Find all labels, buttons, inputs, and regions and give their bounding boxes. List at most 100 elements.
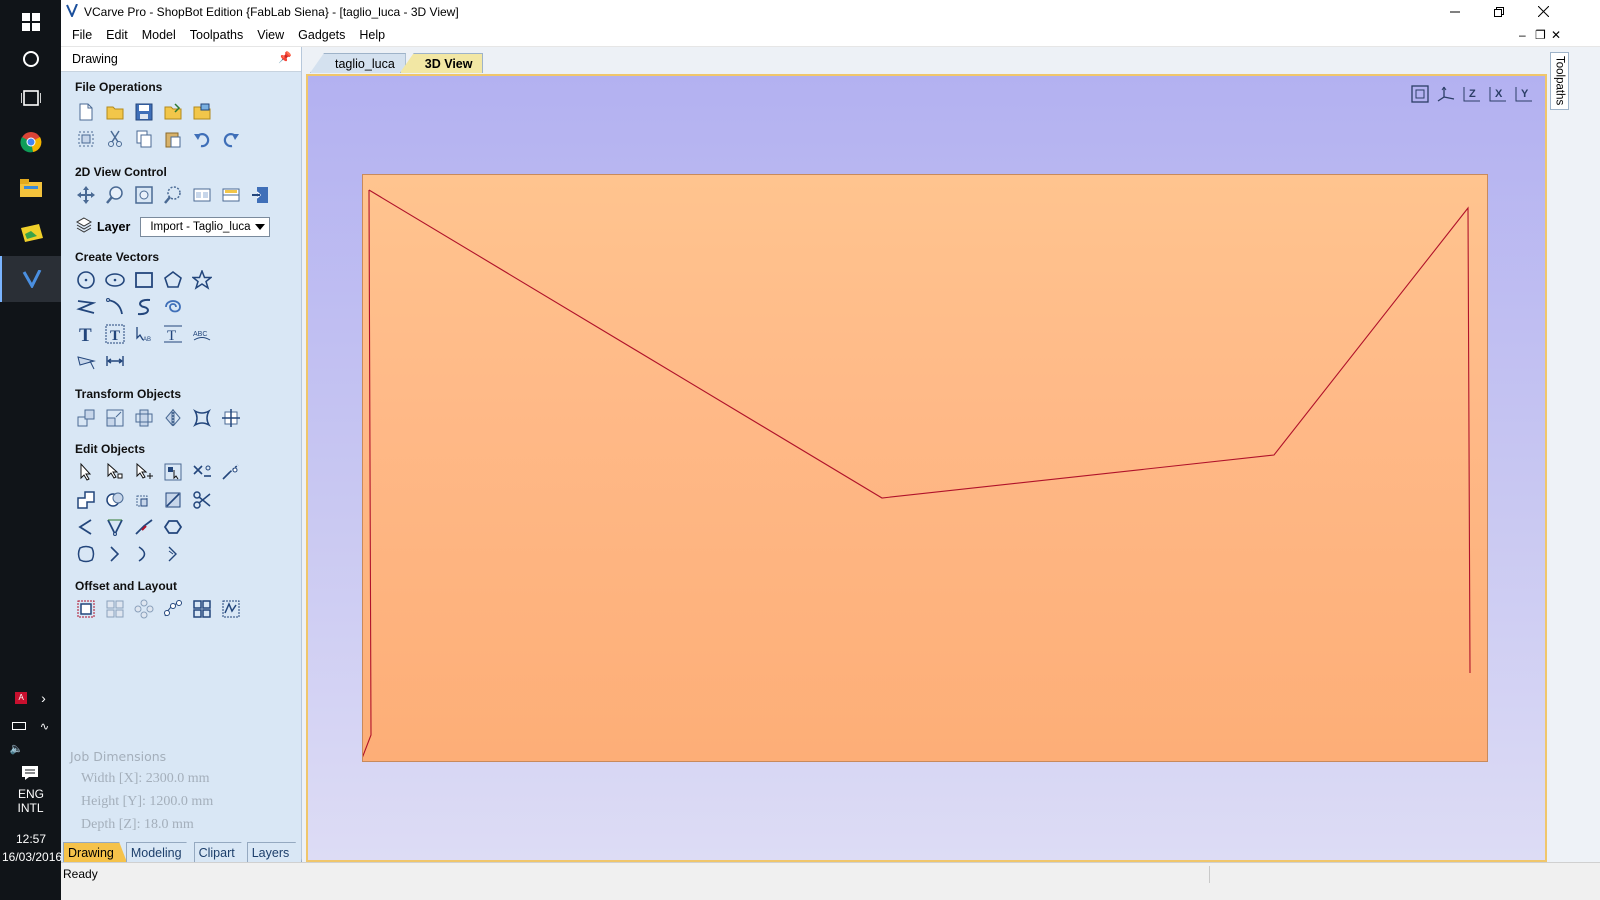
menu-model[interactable]: Model [135,28,183,42]
mirror-icon[interactable] [162,407,184,429]
cortana-icon[interactable] [0,37,61,81]
clock-time[interactable]: 12:57 [16,832,46,846]
iso-view-icon[interactable] [1435,84,1457,104]
align-icon[interactable] [220,407,242,429]
new-file-icon[interactable] [75,101,97,123]
select-all-icon[interactable] [75,128,97,150]
zoom-extents-view-icon[interactable] [1409,84,1431,104]
layer-dropdown[interactable]: Import - Taglio_luca [140,216,271,237]
toolpaths-tab[interactable]: Toolpaths [1550,52,1569,110]
node-smooth-icon[interactable] [133,543,155,565]
photos-app-icon[interactable] [0,211,61,255]
draw-ellipse-icon[interactable] [104,269,126,291]
text-on-curve-icon[interactable]: AB [133,323,155,345]
import-vectors-icon[interactable] [162,101,184,123]
draw-arc-icon[interactable] [104,296,126,318]
view-along-x-icon[interactable]: X [1487,84,1509,104]
menu-toolpaths[interactable]: Toolpaths [183,28,251,42]
text-arc-icon[interactable]: ABC [191,323,213,345]
circular-array-icon[interactable] [133,598,155,620]
select-pointer-icon[interactable] [75,461,97,483]
pin-icon[interactable]: 📌 [278,51,292,64]
draw-circle-icon[interactable] [75,269,97,291]
minimize-button[interactable] [1433,0,1477,23]
move-icon[interactable] [75,407,97,429]
join-vectors-icon[interactable] [75,516,97,538]
array-copy-icon[interactable] [104,598,126,620]
cut-icon[interactable] [104,128,126,150]
action-center-icon[interactable] [22,766,38,783]
auto-nesting-icon[interactable] [220,598,242,620]
restore-button[interactable] [1477,0,1521,23]
fit-curves-icon[interactable] [75,350,97,372]
zoom-selection-icon[interactable] [162,184,184,206]
adobe-tray-icon[interactable]: A [15,692,28,704]
open-file-icon[interactable] [104,101,126,123]
curve-fit-icon[interactable] [104,516,126,538]
volume-icon[interactable]: 🔈 [10,742,24,755]
tab-drawing[interactable]: Drawing [63,842,127,862]
rotate-icon[interactable] [133,407,155,429]
dimensions-icon[interactable] [104,350,126,372]
pan-icon[interactable] [75,184,97,206]
wifi-icon[interactable]: ∿ [40,720,49,733]
zoom-icon[interactable] [104,184,126,206]
close-vector-icon[interactable] [162,516,184,538]
auto-layout-text-icon[interactable]: T [104,323,126,345]
node-corner-icon[interactable] [162,543,184,565]
extend-vector-icon[interactable] [220,461,242,483]
mdi-close-icon[interactable]: ✕ [1551,28,1561,42]
close-button[interactable] [1521,0,1565,23]
grid-view-icon[interactable] [220,184,242,206]
fillet-icon[interactable] [162,489,184,511]
menu-file[interactable]: File [65,28,99,42]
sheet-view-icon[interactable] [191,184,213,206]
draw-polygon-icon[interactable] [162,269,184,291]
save-icon[interactable] [133,101,155,123]
transform-select-icon[interactable] [133,461,155,483]
nesting-icon[interactable] [191,598,213,620]
intersect-icon[interactable] [133,489,155,511]
copy-icon[interactable] [133,128,155,150]
menu-help[interactable]: Help [352,28,392,42]
distort-icon[interactable] [191,407,213,429]
menu-view[interactable]: View [250,28,291,42]
input-language[interactable]: ENG INTL [18,787,45,815]
paste-icon[interactable] [162,128,184,150]
weld-icon[interactable] [75,489,97,511]
scissors-icon[interactable] [191,489,213,511]
3d-viewport[interactable]: Z X Y [306,74,1547,862]
tab-modeling[interactable]: Modeling [125,842,195,862]
import-bitmap-icon[interactable] [191,101,213,123]
tab-layers[interactable]: Layers [246,842,303,862]
toggle-3d-view-icon[interactable] [249,184,271,206]
menu-edit[interactable]: Edit [99,28,135,42]
vcarve-taskbar-icon[interactable] [0,256,61,302]
chrome-icon[interactable] [0,120,61,164]
bounding-box-icon[interactable] [75,543,97,565]
scale-icon[interactable] [104,407,126,429]
selection-tools-icon[interactable] [162,461,184,483]
draw-spiral-icon[interactable] [162,296,184,318]
draw-star-icon[interactable] [191,269,213,291]
text-stretch-icon[interactable]: T [162,323,184,345]
battery-icon[interactable] [11,722,26,730]
task-view-icon[interactable] [0,76,61,120]
chevron-right-icon[interactable]: › [41,691,46,705]
mdi-minimize-icon[interactable]: – [1519,28,1526,42]
node-edit-icon[interactable] [104,461,126,483]
node-join-icon[interactable] [104,543,126,565]
view-along-y-icon[interactable]: Y [1513,84,1535,104]
text-icon[interactable]: T [75,323,97,345]
draw-curve-icon[interactable] [133,296,155,318]
tab-taglio-luca[interactable]: taglio_luca [310,53,406,73]
offset-icon[interactable] [75,598,97,620]
undo-icon[interactable] [191,128,213,150]
clock-date[interactable]: 16/03/2016 [2,850,62,864]
subtract-icon[interactable] [104,489,126,511]
menu-gadgets[interactable]: Gadgets [291,28,352,42]
draw-rectangle-icon[interactable] [133,269,155,291]
redo-icon[interactable] [220,128,242,150]
file-explorer-icon[interactable] [0,166,61,210]
zoom-extents-icon[interactable] [133,184,155,206]
